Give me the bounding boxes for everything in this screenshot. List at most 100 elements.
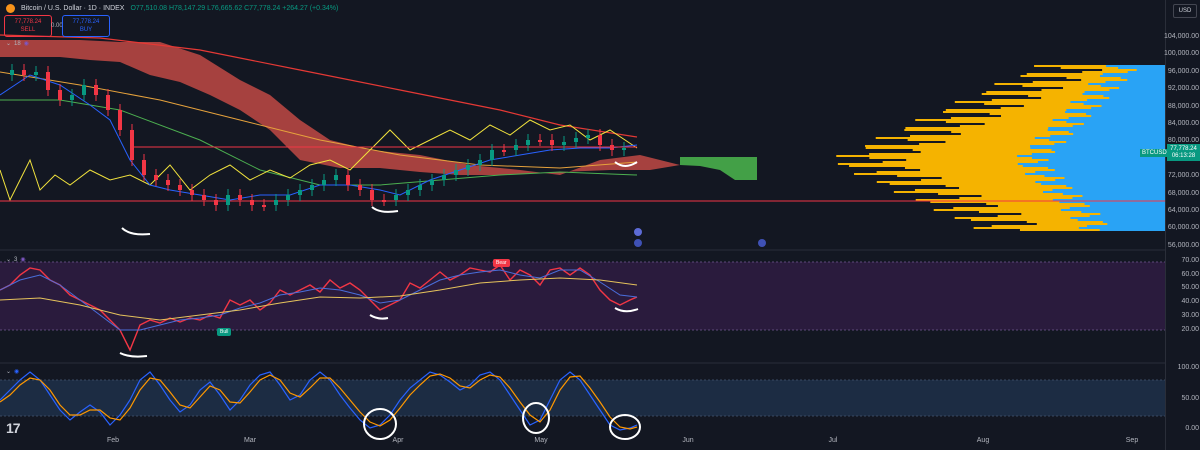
indicator-count-main[interactable]: ⌄ 18 ◉ xyxy=(6,40,29,48)
volume-profile-bar xyxy=(1072,197,1165,199)
candle-body xyxy=(346,175,350,185)
volume-profile-bar xyxy=(1066,121,1165,123)
time-axis-label: Jul xyxy=(828,437,838,444)
candle-body xyxy=(238,195,242,200)
volume-profile-bar xyxy=(1017,163,1165,165)
indicator-count-rsi[interactable]: ⌄ 3 ◉ xyxy=(6,256,26,264)
volume-profile-bar xyxy=(1100,213,1165,215)
flag-icon xyxy=(758,239,766,247)
axis-tick-label: 20.00 xyxy=(1181,325,1199,333)
candle-body xyxy=(418,185,422,190)
volume-profile-bar xyxy=(1089,205,1165,207)
volume-profile-bar xyxy=(1088,83,1165,85)
candle-body xyxy=(538,140,542,142)
volume-profile-bar xyxy=(1062,193,1165,195)
volume-profile-bar xyxy=(1089,215,1165,217)
candle-body xyxy=(478,160,482,165)
time-axis-label: May xyxy=(534,437,548,444)
last-price: 77,778.24 xyxy=(1170,145,1197,152)
candle-body xyxy=(166,180,170,185)
candle-body xyxy=(262,205,266,207)
volume-profile-bar xyxy=(1031,157,1165,159)
volume-profile-bar xyxy=(1052,189,1165,191)
axis-tick-label: 0.00 xyxy=(1185,425,1199,432)
volume-profile-bar xyxy=(1030,145,1165,147)
volume-profile-bar xyxy=(1065,111,1165,113)
volume-profile-bar xyxy=(1127,79,1165,81)
time-axis-label: Mar xyxy=(243,437,257,444)
volume-profile-bar xyxy=(1102,221,1165,223)
currency-selector[interactable]: USD xyxy=(1173,4,1197,18)
volume-profile-bar xyxy=(1107,223,1165,225)
candle-body xyxy=(34,72,38,75)
volume-profile-bar xyxy=(1099,229,1165,231)
axis-tick-label: 64,000.00 xyxy=(1167,207,1199,214)
volume-profile-bar xyxy=(1109,89,1165,91)
eye-icon: ◉ xyxy=(20,257,26,263)
price-chart-area[interactable] xyxy=(0,0,1165,450)
candle-body xyxy=(130,130,134,160)
volume-profile-bar xyxy=(1070,101,1165,103)
candle-body xyxy=(370,190,374,200)
volume-profile-bar xyxy=(1068,117,1165,119)
symbol-legend[interactable]: Bitcoin / U.S. Dollar · 1D · INDEX O77,5… xyxy=(6,2,338,14)
axis-tick-label: 40.00 xyxy=(1181,298,1199,306)
volume-profile-bar xyxy=(1084,203,1165,205)
volume-profile-bar xyxy=(1109,97,1165,99)
candle-body xyxy=(250,200,254,205)
volume-profile-bar xyxy=(1060,209,1165,211)
candle-body xyxy=(394,195,398,200)
volume-profile-bar xyxy=(1105,81,1165,83)
volume-profile-bar xyxy=(1048,159,1165,161)
symbol-title[interactable]: Bitcoin / U.S. Dollar · 1D · INDEX xyxy=(21,5,124,12)
candle-body xyxy=(586,135,590,138)
candle-body xyxy=(490,150,494,160)
axis-tick-label: 88,000.00 xyxy=(1167,102,1199,110)
candle-body xyxy=(514,145,518,150)
time-axis-label: Apr xyxy=(392,437,404,444)
volume-profile-bar xyxy=(1041,183,1165,185)
candle-body xyxy=(442,175,446,180)
volume-profile-bar xyxy=(1066,109,1165,111)
candle-body xyxy=(274,200,278,205)
candle-body xyxy=(154,175,158,180)
volume-profile-bar xyxy=(1022,165,1165,167)
volume-profile-bar xyxy=(1077,219,1165,221)
axis-tick-label: 56,000.00 xyxy=(1167,241,1199,249)
axis-tick-label: 104,000.00 xyxy=(1163,33,1199,40)
volume-profile-bar xyxy=(1127,71,1165,73)
volume-profile-bar xyxy=(1102,73,1165,75)
candle-body xyxy=(322,180,326,185)
axis-tick-label: 100.00 xyxy=(1177,364,1199,371)
chevron-down-icon: ⌄ xyxy=(6,41,12,47)
candle-body xyxy=(94,85,98,95)
candle-body xyxy=(430,180,434,185)
candle-body xyxy=(190,190,194,195)
candle-body xyxy=(622,148,626,150)
volume-profile-bar xyxy=(1066,141,1165,143)
volume-profile-bar xyxy=(1099,75,1165,77)
axis-tick-label: 96,000.00 xyxy=(1167,67,1199,75)
volume-profile-bar xyxy=(1087,99,1165,101)
buy-button[interactable]: 77,778.24 BUY xyxy=(62,15,110,37)
volume-profile-bar xyxy=(1068,131,1165,133)
volume-profile-bar xyxy=(1049,139,1165,141)
axis-tick-label: 50.00 xyxy=(1181,284,1199,292)
buy-label: BUY xyxy=(79,27,93,33)
tradingview-logo[interactable]: 17 xyxy=(6,420,21,436)
sell-button[interactable]: 77,778.24 SELL xyxy=(4,15,52,37)
candle-body xyxy=(502,150,506,152)
axis-tick-label: 60.00 xyxy=(1181,270,1199,278)
symbol-price-tag: BTCUSD xyxy=(1140,149,1169,157)
volume-profile-bar xyxy=(1044,175,1165,177)
volume-profile-bar xyxy=(1054,143,1165,145)
eye-icon: ◉ xyxy=(14,369,20,375)
volume-profile-bar xyxy=(1081,211,1165,213)
event-icon xyxy=(634,228,642,236)
candle-body xyxy=(562,142,566,145)
candle-body xyxy=(454,170,458,175)
flag-icon xyxy=(634,239,642,247)
volume-profile-bar xyxy=(1087,225,1165,227)
price-axis[interactable]: USD 104,000.00 100,000.00 96,000.00 92,000.… xyxy=(1140,0,1200,450)
indicator-count-stoch[interactable]: ⌄ ◉ xyxy=(6,368,19,375)
